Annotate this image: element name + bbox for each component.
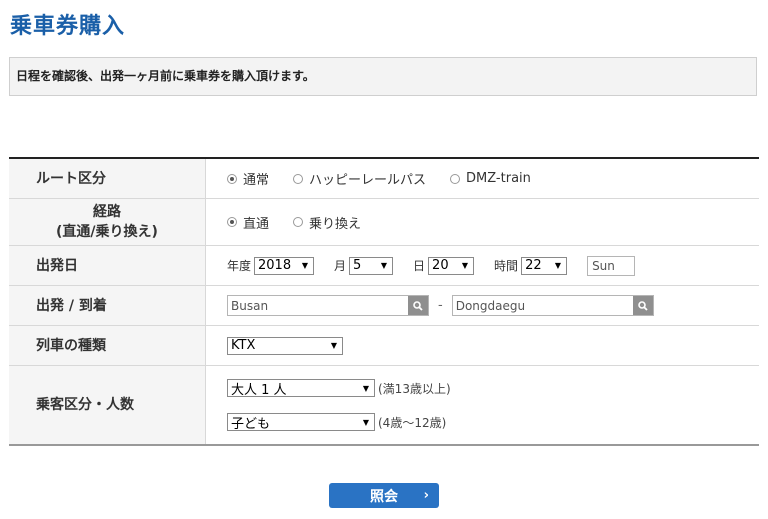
course-label-line1: 経路 bbox=[93, 204, 121, 220]
departure-station-value: Busan bbox=[231, 298, 269, 313]
dropdown-arrow-icon: ▼ bbox=[461, 261, 469, 270]
dropdown-arrow-icon: ▼ bbox=[362, 417, 369, 427]
radio-course-direct[interactable]: 直通 bbox=[227, 213, 269, 232]
train-type-value: KTX bbox=[231, 338, 256, 353]
day-value: 20 bbox=[432, 258, 449, 273]
row-train-type: 列車の種類 KTX ▼ bbox=[9, 326, 759, 366]
search-icon bbox=[637, 300, 648, 311]
radio-course-transfer-label: 乗り換え bbox=[309, 216, 362, 232]
child-passenger-row: 子ども ▼ (4歳〜12歳) bbox=[227, 413, 447, 432]
month-label: 月 bbox=[334, 259, 347, 273]
row-departure-date: 出発日 年度 2018 ▼ 月 5 ▼ 日 20 ▼ 時間 22 ▼ Sun bbox=[9, 246, 759, 286]
radio-checked-icon bbox=[227, 217, 237, 227]
radio-route-dmz-train[interactable]: DMZ-train bbox=[450, 171, 531, 186]
child-age-note: (4歳〜12歳) bbox=[378, 415, 447, 430]
adult-passenger-row: 大人 1 人 ▼ (満13歳以上) bbox=[227, 379, 451, 398]
search-icon bbox=[413, 300, 423, 311]
hour-label: 時間 bbox=[494, 259, 519, 273]
hour-select[interactable]: 22 ▼ bbox=[521, 256, 568, 275]
chevron-right-icon: › bbox=[423, 488, 429, 503]
radio-route-normal[interactable]: 通常 bbox=[227, 169, 269, 188]
route-type-label: ルート区分 bbox=[9, 159, 206, 198]
stations-fields: Busan - Dongdaegu bbox=[206, 286, 759, 325]
route-type-options: 通常 ハッピーレールパス DMZ-train bbox=[206, 159, 759, 198]
stations-label: 出発 / 到着 bbox=[9, 286, 206, 325]
child-count-select[interactable]: 子ども ▼ bbox=[227, 413, 375, 432]
radio-route-normal-label: 通常 bbox=[243, 173, 270, 188]
course-options: 直通 乗り換え bbox=[206, 199, 759, 245]
day-select[interactable]: 20 ▼ bbox=[428, 256, 475, 275]
year-select[interactable]: 2018 ▼ bbox=[254, 256, 315, 275]
adult-count-value: 大人 1 人 bbox=[231, 382, 287, 398]
month-select[interactable]: 5 ▼ bbox=[349, 256, 394, 275]
search-form: ルート区分 通常 ハッピーレールパス DMZ-train 経路 (直通/乗り換え… bbox=[9, 157, 759, 446]
dropdown-arrow-icon: ▼ bbox=[330, 341, 337, 350]
course-label-line2: (直通/乗り換え) bbox=[56, 224, 158, 240]
train-type-field: KTX ▼ bbox=[206, 326, 759, 365]
notice-banner: 日程を確認後、出発一ヶ月前に乗車券を購入頂けます。 bbox=[9, 57, 757, 96]
notice-text: 日程を確認後、出発一ヶ月前に乗車券を購入頂けます。 bbox=[16, 69, 315, 83]
station-separator: - bbox=[438, 298, 443, 313]
dropdown-arrow-icon: ▼ bbox=[301, 261, 309, 270]
day-label: 日 bbox=[413, 259, 426, 273]
radio-route-happy-rail-pass-label: ハッピーレールパス bbox=[309, 173, 427, 188]
radio-route-dmz-train-label: DMZ-train bbox=[466, 171, 531, 186]
arrival-station-search-button[interactable] bbox=[632, 296, 653, 315]
radio-unchecked-icon bbox=[450, 173, 461, 184]
radio-course-transfer[interactable]: 乗り換え bbox=[293, 213, 361, 232]
radio-course-direct-label: 直通 bbox=[243, 216, 270, 232]
course-label: 経路 (直通/乗り換え) bbox=[9, 199, 206, 245]
row-course: 経路 (直通/乗り換え) 直通 乗り換え bbox=[9, 199, 759, 246]
year-label: 年度 bbox=[227, 259, 252, 273]
departure-station-search-button[interactable] bbox=[408, 296, 428, 315]
arrival-station-field[interactable]: Dongdaegu bbox=[451, 295, 654, 316]
departure-station-field[interactable]: Busan bbox=[227, 295, 429, 316]
row-stations: 出発 / 到着 Busan - Dongdaegu bbox=[9, 286, 759, 326]
departure-date-fields: 年度 2018 ▼ 月 5 ▼ 日 20 ▼ 時間 22 ▼ Sun bbox=[206, 246, 759, 285]
radio-checked-icon bbox=[227, 173, 237, 184]
month-value: 5 bbox=[353, 258, 362, 273]
row-route-type: ルート区分 通常 ハッピーレールパス DMZ-train bbox=[9, 159, 759, 199]
adult-count-select[interactable]: 大人 1 人 ▼ bbox=[227, 379, 375, 398]
radio-route-happy-rail-pass[interactable]: ハッピーレールパス bbox=[293, 169, 426, 188]
radio-unchecked-icon bbox=[293, 217, 304, 227]
train-type-select[interactable]: KTX ▼ bbox=[227, 336, 343, 355]
dropdown-arrow-icon: ▼ bbox=[380, 261, 388, 270]
adult-age-note: (満13歳以上) bbox=[378, 381, 451, 396]
departure-date-label: 出発日 bbox=[9, 246, 206, 285]
train-type-label: 列車の種類 bbox=[9, 326, 206, 365]
weekday-display: Sun bbox=[587, 255, 636, 276]
hour-value: 22 bbox=[525, 258, 542, 273]
page-title: 乗車券購入 bbox=[10, 14, 126, 39]
arrival-station-value: Dongdaegu bbox=[455, 298, 526, 313]
passengers-fields: 大人 1 人 ▼ (満13歳以上) 子ども ▼ (4歳〜12歳) bbox=[206, 366, 759, 444]
search-submit-button[interactable]: 照会 › bbox=[329, 483, 439, 508]
dropdown-arrow-icon: ▼ bbox=[554, 261, 562, 270]
radio-unchecked-icon bbox=[293, 173, 304, 184]
search-submit-label: 照会 bbox=[370, 488, 398, 505]
child-count-value: 子ども bbox=[231, 416, 271, 432]
year-value: 2018 bbox=[258, 258, 292, 273]
dropdown-arrow-icon: ▼ bbox=[362, 383, 369, 393]
row-passengers: 乗客区分・人数 大人 1 人 ▼ (満13歳以上) 子ども ▼ (4歳〜12歳) bbox=[9, 366, 759, 444]
passengers-label: 乗客区分・人数 bbox=[9, 366, 206, 444]
